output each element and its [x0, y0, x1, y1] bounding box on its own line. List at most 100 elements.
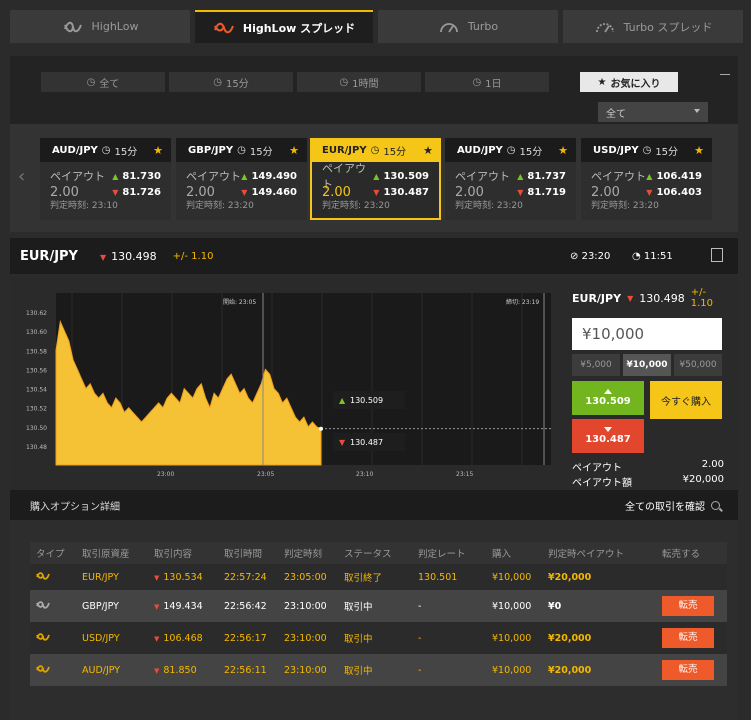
asset-header: EUR/JPY ▼ 130.498 +/- 1.10 ⊘ 23:20 ◔ 11:5… [10, 238, 738, 274]
arrow-down-icon: ▼ [646, 187, 653, 197]
star-icon[interactable]: ★ [153, 144, 163, 157]
asset-card-aud-jpy[interactable]: AUD/JPY ◷ 15分 ★ ペイアウト ▲ 81.730 2.00 ▼ 81.726 判定時刻:… [40, 138, 171, 220]
chevron-left-icon[interactable]: ‹ [18, 166, 25, 187]
quick-amount-5000[interactable]: ¥5,000 [572, 354, 620, 376]
trade-table: タイプ 取引原資産 取引内容 取引時間 判定時刻 ステータス 判定レート 購入 判定時ペイアウト… [30, 542, 727, 686]
star-icon[interactable]: ★ [558, 144, 568, 157]
filter-select[interactable]: 全て [598, 102, 708, 122]
x-tick-label: 23:00 [157, 471, 174, 478]
star-icon[interactable]: ★ [289, 144, 299, 157]
resell-button[interactable]: 転売 [662, 596, 714, 616]
tab-label: Turbo [467, 20, 499, 33]
chevron-down-icon [694, 109, 700, 113]
arrow-up-icon [604, 389, 612, 394]
card-header: AUD/JPY ◷ 15分 [457, 144, 543, 158]
filter-tab-15min[interactable]: ◷ 15分 [169, 72, 293, 92]
card-header: GBP/JPY ◷ 15分 [188, 144, 273, 158]
highlow-spread-icon [36, 600, 50, 609]
filter-tab-1day[interactable]: ◷ 1日 [425, 72, 549, 92]
arrow-up-icon: ▲ [373, 171, 380, 181]
tab-turbo-spread[interactable]: Turbo スプレッド [563, 10, 743, 43]
high-button[interactable]: 130.509 [572, 381, 644, 415]
column-header: 転売する [656, 542, 727, 564]
clock-icon: ◷ [370, 144, 380, 156]
low-price-label: 130.487 [350, 438, 383, 447]
y-tick-label: 130.62 [26, 310, 47, 317]
x-tick-label: 23:15 [456, 471, 473, 478]
payout-row: ペイアウト 2.00 [572, 459, 724, 474]
column-header: 取引時間 [218, 542, 278, 564]
y-tick-label: 130.50 [26, 425, 47, 432]
tab-highlow-spread[interactable]: HighLow スプレッド [195, 10, 373, 43]
tab-turbo[interactable]: Turbo [378, 10, 558, 43]
payout-amount-row: ペイアウト額 ¥20,000 [572, 474, 724, 489]
minimize-icon[interactable] [720, 74, 730, 75]
y-tick-label: 130.58 [26, 348, 47, 355]
amount-input[interactable]: ¥10,000 [572, 318, 722, 350]
highlow-spread-icon [213, 22, 234, 33]
filter-tab-1hour[interactable]: ◷ 1時間 [297, 72, 421, 92]
star-icon[interactable]: ★ [694, 144, 704, 157]
high-price-label: 130.509 [350, 396, 383, 405]
star-icon[interactable]: ★ [423, 144, 433, 157]
card-header: AUD/JPY ◷ 15分 [52, 144, 138, 158]
card-header: USD/JPY ◷ 15分 [593, 144, 679, 158]
asset-card-aud-jpy[interactable]: AUD/JPY ◷ 15分 ★ ペイアウト ▲ 81.737 2.00 ▼ 81.719 判定時刻:… [445, 138, 576, 220]
arrow-up-icon: ▲ [646, 171, 653, 181]
quick-amounts: ¥5,000 ¥10,000 ¥50,000 [572, 354, 722, 376]
price-chart: 130.62 130.60 130.58 130.56 130.54 130.52 130.… [26, 293, 551, 478]
quick-amount-10000[interactable]: ¥10,000 [623, 354, 671, 376]
start-time-label: 開始: 23:05 [223, 298, 256, 306]
asset-card-eur-jpy[interactable]: EUR/JPY ◷ 15分 ★ ペイアウト ▲ 130.509 2.00 ▼ 130.487 判定時… [310, 138, 441, 220]
view-all-trades-link[interactable]: 全ての取引を確認 [625, 498, 720, 513]
history-icon: ◔ [632, 250, 641, 262]
low-button[interactable]: 130.487 [572, 419, 644, 453]
card-header: EUR/JPY ◷ 15分 [322, 144, 407, 158]
arrow-down-icon: ▼ [154, 634, 160, 643]
resell-button[interactable]: 転売 [662, 628, 714, 648]
clock-icon: ◷ [642, 144, 652, 156]
trade-panel-header: EUR/JPY ▼ 130.498 +/- 1.10 [572, 287, 713, 309]
column-header: 判定レート [412, 542, 486, 564]
card-body: ペイアウト ▲ 106.419 2.00 ▼ 106.403 判定時刻: 23:20 [581, 162, 712, 220]
highlow-spread-icon [36, 571, 50, 580]
remaining-time: ◔ 11:51 [632, 250, 673, 262]
turbo-spread-gauge-icon [595, 22, 614, 32]
filter-tab-all[interactable]: ◷ 全て [41, 72, 165, 92]
arrow-down-icon: ▼ [627, 293, 634, 303]
table-row: EUR/JPY ▼ 130.534 22:57:24 23:05:00 取引終了 130.5… [30, 564, 727, 590]
arrow-down-icon: ▼ [154, 666, 160, 675]
trade-table-area: タイプ 取引原資産 取引内容 取引時間 判定時刻 ステータス 判定レート 購入 判定時ペイアウト… [10, 520, 738, 720]
y-tick-label: 130.60 [26, 329, 47, 336]
arrow-up-icon: ▲ [112, 171, 119, 181]
tab-highlow[interactable]: HighLow [10, 10, 190, 43]
tab-label: HighLow スプレッド [242, 21, 356, 35]
y-tick-label: 130.48 [26, 444, 47, 451]
trade-panel: EUR/JPY ▼ 130.498 +/- 1.10 ¥10,000 ¥5,00… [572, 287, 728, 489]
column-header: 判定時ペイアウト [542, 542, 656, 564]
asset-card-usd-jpy[interactable]: USD/JPY ◷ 15分 ★ ペイアウト ▲ 106.419 2.00 ▼ 106.403 判定時… [581, 138, 712, 220]
card-body: ペイアウト ▲ 81.730 2.00 ▼ 81.726 判定時刻: 23:10 [40, 162, 171, 220]
end-time-label: 締切: 23:19 [506, 298, 539, 306]
search-icon [711, 500, 720, 510]
product-tabs: HighLow HighLow スプレッド Turbo Turbo スプレッド [0, 0, 751, 46]
quick-amount-50000[interactable]: ¥50,000 [674, 354, 722, 376]
filter-tab-favorites[interactable]: ★ お気に入り [580, 72, 678, 92]
current-price-dot [319, 426, 323, 431]
asset-card-gbp-jpy[interactable]: GBP/JPY ◷ 15分 ★ ペイアウト ▲ 149.490 2.00 ▼ 149.460 判定時… [176, 138, 307, 220]
card-body: ペイアウト ▲ 149.490 2.00 ▼ 149.460 判定時刻: 23:20 [176, 162, 307, 220]
info-icon[interactable] [711, 248, 723, 262]
arrow-down-icon: ▼ [241, 187, 248, 197]
buy-now-button[interactable]: 今すぐ購入 [650, 381, 722, 419]
x-tick-label: 23:10 [356, 471, 373, 478]
asset-cards: ‹ AUD/JPY ◷ 15分 ★ ペイアウト ▲ 81.730 2.00 ▼ 81.726 判定時… [10, 124, 738, 232]
column-header: 判定時刻 [278, 542, 338, 564]
turbo-gauge-icon [439, 22, 458, 32]
arrow-down-icon: ▼ [373, 187, 380, 197]
column-header: 取引原資産 [76, 542, 148, 564]
clock-icon: ◷ [213, 76, 222, 88]
column-header: 購入 [486, 542, 542, 564]
resell-button[interactable]: 転売 [662, 660, 714, 680]
asset-name: EUR/JPY [20, 248, 78, 264]
clock-icon: ◷ [506, 144, 516, 156]
